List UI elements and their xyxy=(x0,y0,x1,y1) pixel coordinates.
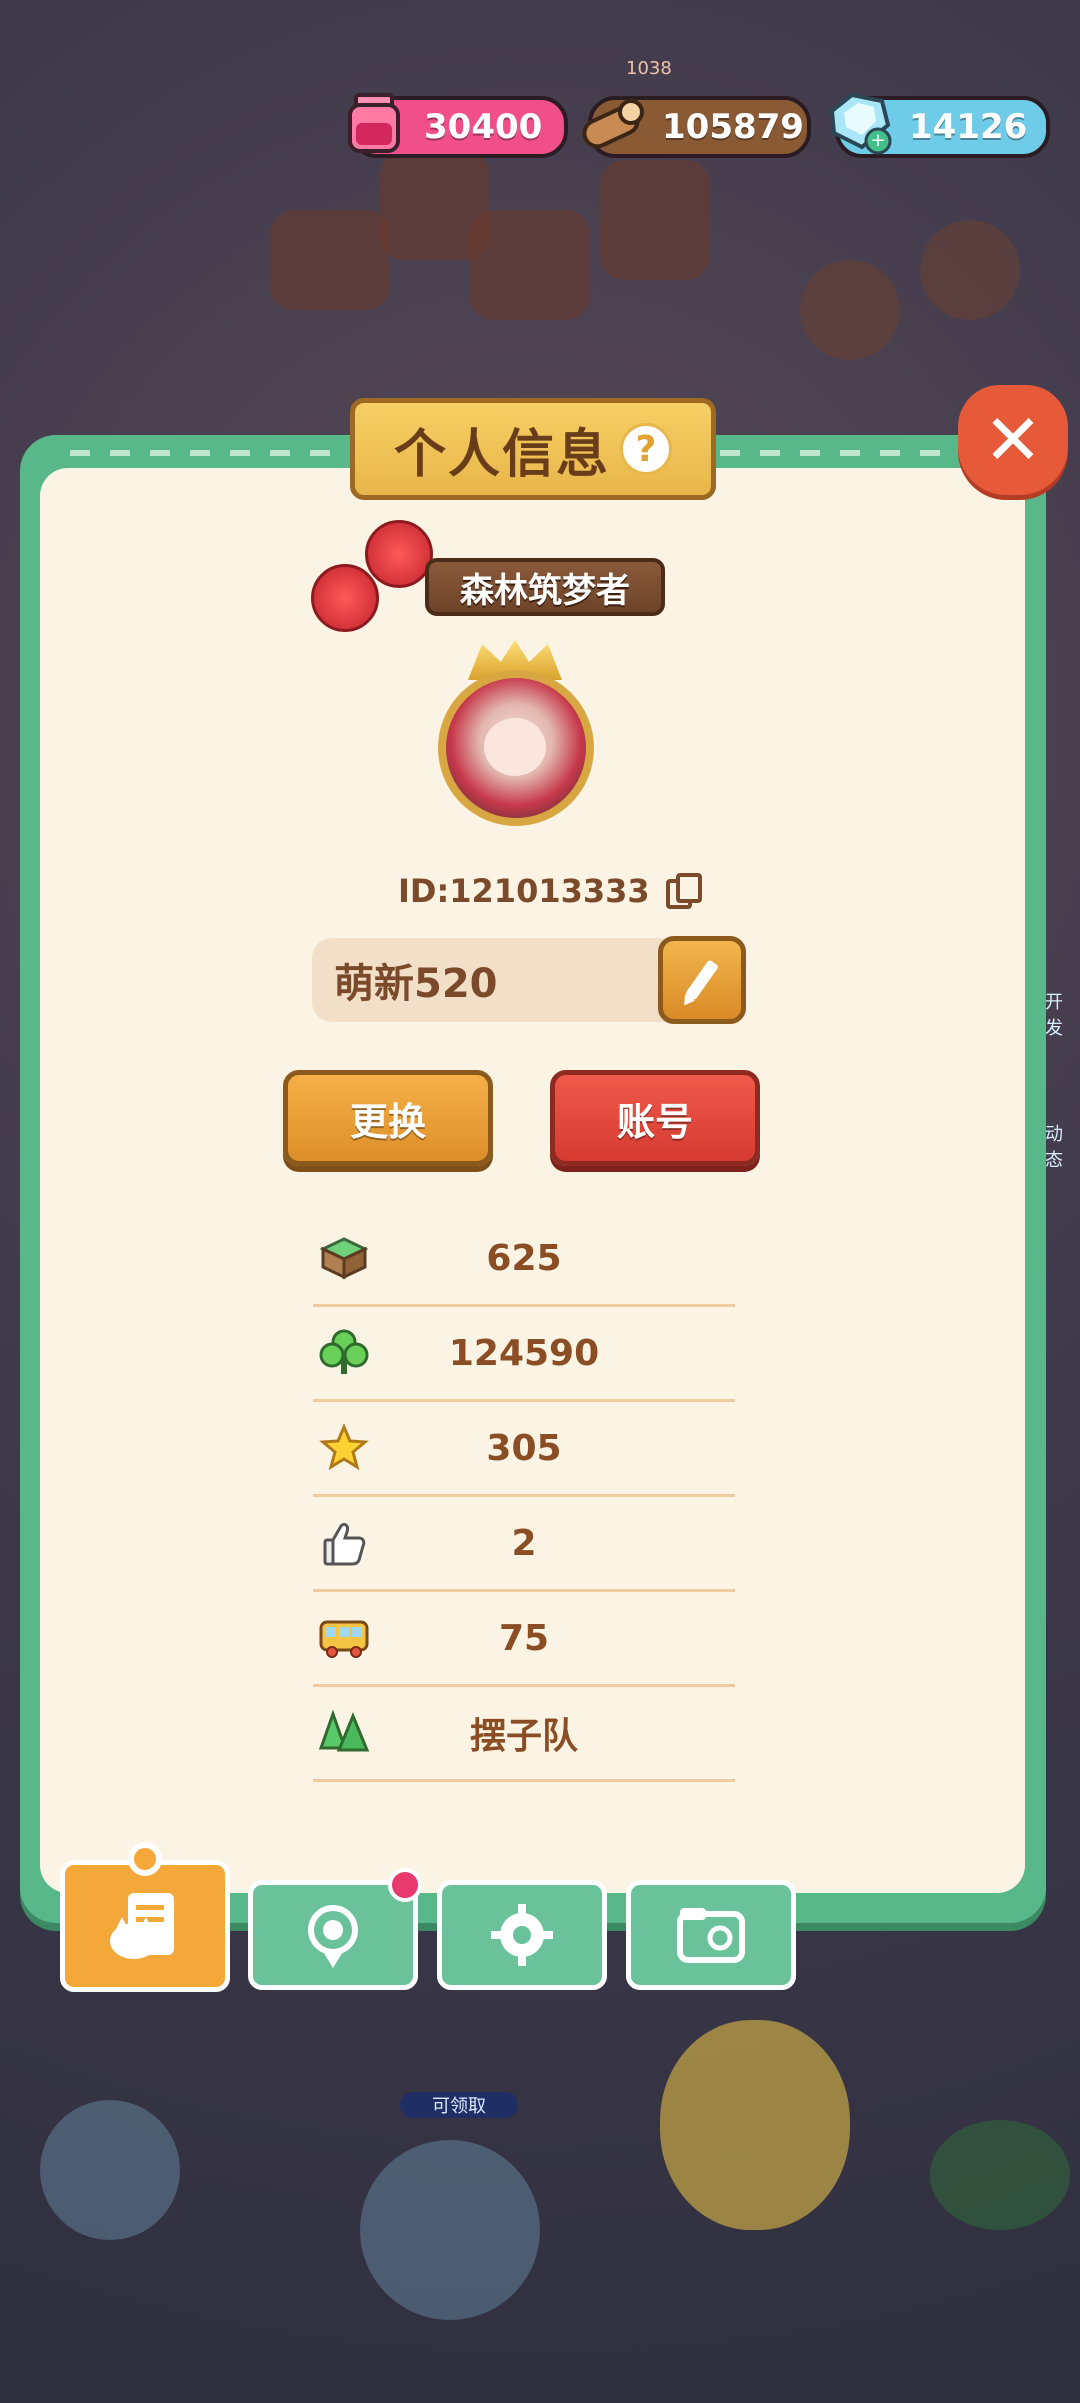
stat-value: 2 xyxy=(511,1522,537,1564)
wood-log-icon xyxy=(574,86,650,162)
album-tab[interactable] xyxy=(626,1880,796,1990)
badge-icon xyxy=(308,1905,358,1968)
cat-note-icon xyxy=(110,1893,174,1959)
stat-row-clover: 124590 xyxy=(313,1307,735,1402)
pencil-icon xyxy=(685,959,719,1001)
stat-row-land: 625 xyxy=(313,1212,735,1307)
edit-nickname-button[interactable] xyxy=(658,936,746,1024)
nickname-text: 萌新520 xyxy=(334,961,498,1007)
background-plant xyxy=(930,2120,1070,2230)
wood-currency[interactable]: 105879 xyxy=(582,96,811,158)
background-bag xyxy=(920,220,1020,320)
tab-pin-icon xyxy=(128,1842,162,1876)
gem-currency[interactable]: + 14126 xyxy=(829,92,1050,158)
stat-value: 摆子队 xyxy=(469,1716,578,1757)
player-id: ID:121013333 xyxy=(398,872,650,910)
badge-title-text: 森林筑梦者 xyxy=(460,570,630,611)
close-button[interactable]: ✕ xyxy=(958,385,1068,495)
player-avatar-frame[interactable] xyxy=(420,640,610,850)
avatar-face xyxy=(484,718,546,776)
side-label-dev: 开发 xyxy=(1045,992,1063,1039)
stat-value: 625 xyxy=(486,1237,562,1279)
player-id-row: ID:121013333 xyxy=(398,872,702,910)
stat-value: 124590 xyxy=(448,1332,600,1374)
gem-icon: + xyxy=(821,86,897,162)
close-icon: ✕ xyxy=(983,399,1043,481)
folder-photo-icon xyxy=(677,1908,745,1963)
background-piano xyxy=(270,210,390,310)
wood-amount: 105879 xyxy=(662,107,804,147)
copy-icon[interactable] xyxy=(665,873,702,909)
background-bag xyxy=(800,260,900,360)
ink-currency[interactable]: 30400 xyxy=(348,93,568,158)
ink-jar-icon xyxy=(336,86,412,162)
dialog-title-text: 个人信息 xyxy=(393,424,610,485)
account-button[interactable]: 账号 xyxy=(550,1070,760,1166)
background-piano xyxy=(600,160,710,280)
change-avatar-button[interactable]: 更换 xyxy=(283,1070,493,1166)
notification-dot xyxy=(388,1868,422,1902)
badge-plank: 森林筑梦者 xyxy=(425,558,665,616)
stat-value: 75 xyxy=(498,1617,550,1659)
stat-row-team: 摆子队 xyxy=(313,1687,735,1782)
account-button-label: 账号 xyxy=(616,1099,693,1144)
player-title-badge: 森林筑梦者 xyxy=(305,520,675,640)
stat-row-likes: 2 xyxy=(313,1497,735,1592)
svg-text:+: + xyxy=(870,130,885,151)
background-piano xyxy=(470,210,590,320)
background-bubble xyxy=(360,2140,540,2320)
stat-value: 305 xyxy=(486,1427,562,1469)
profile-tab[interactable] xyxy=(60,1860,230,1992)
avatar xyxy=(438,670,594,826)
ink-amount: 30400 xyxy=(424,107,543,147)
background-bubble xyxy=(40,2100,180,2240)
background-egg-house xyxy=(660,2020,850,2230)
stat-row-star: 305 xyxy=(313,1402,735,1497)
gem-amount: 14126 xyxy=(909,107,1028,147)
frame-dash-right xyxy=(720,450,970,456)
gear-icon xyxy=(491,1904,553,1966)
side-label-dynamic: 动态 xyxy=(1045,1124,1063,1171)
dialog-title: 个人信息 ? xyxy=(350,398,716,500)
rose-icon xyxy=(365,520,433,588)
stat-row-bus: 75 xyxy=(313,1592,735,1687)
rose-icon xyxy=(311,564,379,632)
frame-dash-left xyxy=(70,450,340,456)
player-stats-list: 625 124590 305 2 75 摆子队 xyxy=(313,1212,735,1782)
help-icon[interactable]: ? xyxy=(620,423,672,475)
change-button-label: 更换 xyxy=(349,1099,426,1144)
claimable-hint[interactable]: 可领取 xyxy=(400,2092,518,2118)
scene-top-label: 1038 xyxy=(626,58,672,79)
settings-tab[interactable] xyxy=(437,1880,607,1990)
